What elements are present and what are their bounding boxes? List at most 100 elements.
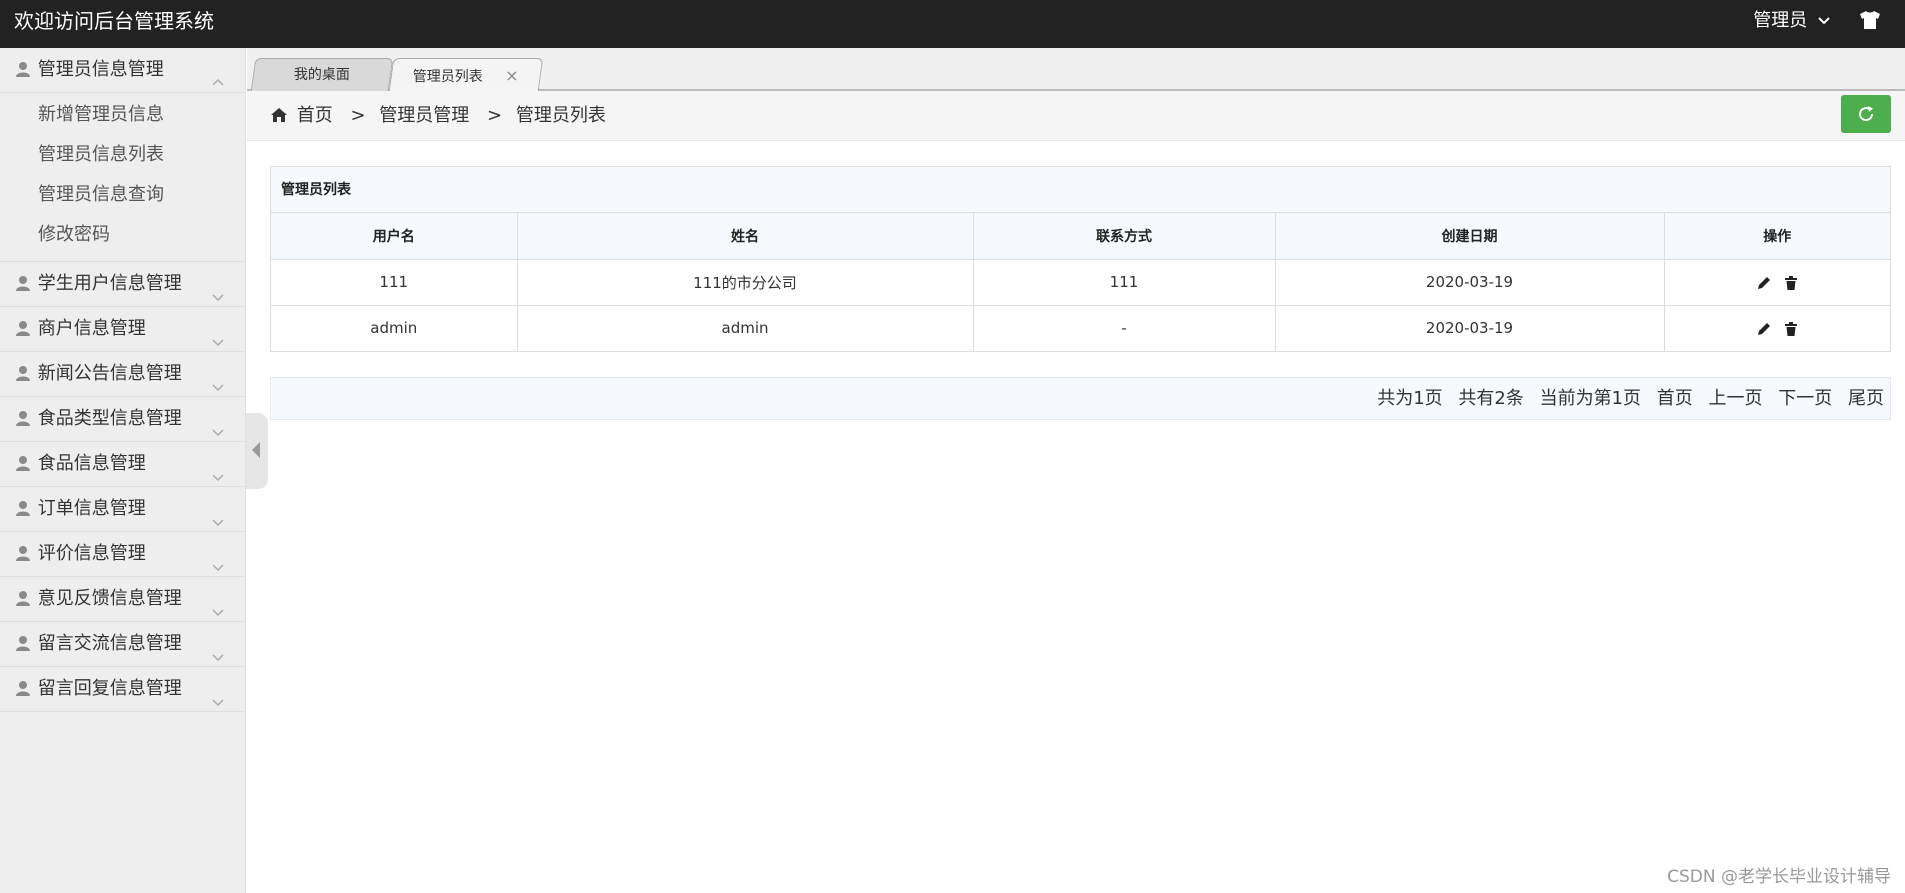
nav-group-header[interactable]: 留言回复信息管理 xyxy=(0,667,245,711)
chevron-down-icon xyxy=(211,457,225,482)
sidebar-item-add-admin[interactable]: 新增管理员信息 xyxy=(0,95,245,135)
nav-group-orders: 订单信息管理 xyxy=(0,487,245,532)
table-row: admin admin - 2020-03-19 xyxy=(271,305,1890,351)
sidebar-item-change-password[interactable]: 修改密码 xyxy=(0,215,245,255)
breadcrumb-admin-manage[interactable]: 管理员管理 xyxy=(379,105,469,126)
nav-group-reviews: 评价信息管理 xyxy=(0,532,245,577)
cell-name: 111的市分公司 xyxy=(517,259,974,306)
table-header-row: 用户名 姓名 联系方式 创建日期 操作 xyxy=(271,213,1890,260)
chevron-down-icon xyxy=(211,277,225,302)
column-header: 姓名 xyxy=(517,213,974,260)
nav-group-header[interactable]: 食品类型信息管理 xyxy=(0,397,245,441)
pager-next-link[interactable]: 下一页 xyxy=(1778,388,1832,409)
user-icon xyxy=(16,399,30,426)
cell-username: admin xyxy=(271,305,518,351)
app-title: 欢迎访问后台管理系统 xyxy=(14,9,214,33)
user-icon xyxy=(16,624,30,651)
refresh-button[interactable] xyxy=(1841,95,1891,133)
user-icon xyxy=(16,309,30,336)
home-icon xyxy=(271,92,287,122)
user-icon xyxy=(16,579,30,606)
user-icon xyxy=(16,534,30,561)
chevron-down-icon xyxy=(211,547,225,572)
nav-group-label: 学生用户信息管理 xyxy=(37,273,182,294)
pager-last-link[interactable]: 尾页 xyxy=(1848,388,1884,409)
nav-group-merchants: 商户信息管理 xyxy=(0,307,245,352)
cell-username: 111 xyxy=(271,259,518,306)
nav-group-label: 食品信息管理 xyxy=(37,453,146,474)
sidebar-item-admin-list[interactable]: 管理员信息列表 xyxy=(0,135,245,175)
nav-group-label: 新闻公告信息管理 xyxy=(37,363,182,384)
column-header: 用户名 xyxy=(271,213,518,260)
breadcrumb: 首页 > 管理员管理 > 管理员列表 xyxy=(271,91,606,141)
nav-submenu: 新增管理员信息 管理员信息列表 管理员信息查询 修改密码 xyxy=(0,92,245,261)
nav-group-header[interactable]: 学生用户信息管理 xyxy=(0,262,245,306)
edit-icon[interactable] xyxy=(1757,322,1771,336)
nav-group-header[interactable]: 意见反馈信息管理 xyxy=(0,577,245,621)
nav-group-label: 留言回复信息管理 xyxy=(37,678,182,699)
shirt-icon[interactable] xyxy=(1859,10,1881,30)
user-icon xyxy=(16,444,30,471)
breadcrumb-home[interactable]: 首页 xyxy=(297,105,333,126)
chevron-down-icon xyxy=(211,412,225,437)
tab-desktop[interactable]: 我的桌面 xyxy=(250,58,394,91)
column-header: 创建日期 xyxy=(1275,213,1665,260)
pager-prev-link[interactable]: 上一页 xyxy=(1709,388,1763,409)
user-icon xyxy=(16,354,30,381)
breadcrumb-separator: > xyxy=(487,105,503,126)
tab-bar: 我的桌面 管理员列表 × xyxy=(247,48,1905,91)
cell-actions xyxy=(1664,259,1890,306)
cell-actions xyxy=(1664,305,1890,351)
admin-list-panel: 管理员列表 用户名 姓名 联系方式 创建日期 操作 111 111的市分公司 1… xyxy=(270,166,1891,352)
user-icon xyxy=(16,489,30,516)
nav-group-header[interactable]: 评价信息管理 xyxy=(0,532,245,576)
delete-icon[interactable] xyxy=(1784,275,1798,290)
pagination: 共为1页 共有2条 当前为第1页 首页 上一页 下一页 尾页 xyxy=(1367,378,1884,419)
nav-group-header[interactable]: 留言交流信息管理 xyxy=(0,622,245,666)
nav-group-students: 学生用户信息管理 xyxy=(0,262,245,307)
column-header: 操作 xyxy=(1664,213,1890,260)
pager-total-pages: 共为1页 xyxy=(1377,388,1443,409)
nav-group-label: 商户信息管理 xyxy=(37,318,146,339)
nav-group-admin: 管理员信息管理 新增管理员信息 管理员信息列表 管理员信息查询 修改密码 xyxy=(0,48,245,262)
nav-group-header[interactable]: 食品信息管理 xyxy=(0,442,245,486)
refresh-icon xyxy=(1859,106,1874,122)
sidebar-item-admin-query[interactable]: 管理员信息查询 xyxy=(0,175,245,215)
chevron-down-icon xyxy=(211,637,225,662)
user-menu[interactable]: 管理员 xyxy=(1753,0,1831,42)
nav-group-header[interactable]: 新闻公告信息管理 xyxy=(0,352,245,396)
breadcrumb-separator: > xyxy=(350,105,366,126)
cell-contact: 111 xyxy=(973,259,1276,306)
user-icon xyxy=(16,264,30,291)
tab-admin-list[interactable]: 管理员列表 × xyxy=(388,58,544,91)
panel-title: 管理员列表 xyxy=(271,167,1890,213)
chevron-down-icon xyxy=(211,367,225,392)
nav-group-label: 留言交流信息管理 xyxy=(37,633,182,654)
cell-created: 2020-03-19 xyxy=(1275,259,1665,306)
nav-group-food-types: 食品类型信息管理 xyxy=(0,397,245,442)
nav-group-header[interactable]: 管理员信息管理 xyxy=(0,48,245,92)
caret-left-icon xyxy=(252,442,260,458)
nav-group-food: 食品信息管理 xyxy=(0,442,245,487)
nav-group-header[interactable]: 商户信息管理 xyxy=(0,307,245,351)
nav-group-replies: 留言回复信息管理 xyxy=(0,667,245,712)
cell-contact: - xyxy=(973,305,1276,351)
chevron-down-icon xyxy=(211,502,225,527)
nav-group-label: 评价信息管理 xyxy=(37,543,146,564)
tab-label: 管理员列表 xyxy=(412,69,483,85)
sidebar-collapse-handle[interactable] xyxy=(246,413,268,489)
delete-icon[interactable] xyxy=(1784,321,1798,336)
chevron-down-icon xyxy=(1817,0,1831,42)
top-header: 欢迎访问后台管理系统 管理员 xyxy=(0,0,1905,48)
nav-group-feedback: 意见反馈信息管理 xyxy=(0,577,245,622)
nav-group-news: 新闻公告信息管理 xyxy=(0,352,245,397)
nav-group-header[interactable]: 订单信息管理 xyxy=(0,487,245,531)
chevron-down-icon xyxy=(211,322,225,347)
pager-first-link[interactable]: 首页 xyxy=(1657,388,1693,409)
edit-icon[interactable] xyxy=(1757,276,1771,290)
watermark: CSDN @老学长毕业设计辅导 xyxy=(1667,867,1891,887)
column-header: 联系方式 xyxy=(973,213,1276,260)
chevron-up-icon xyxy=(211,63,225,86)
nav-group-label: 食品类型信息管理 xyxy=(37,408,182,429)
close-icon[interactable]: × xyxy=(505,66,518,85)
